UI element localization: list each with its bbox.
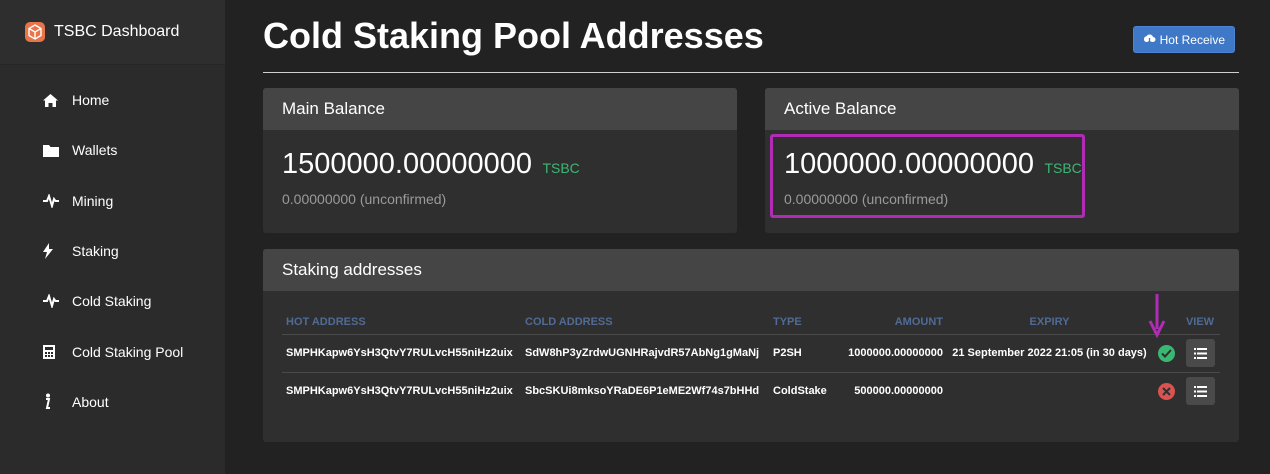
panel-heading: Active Balance (765, 88, 1239, 130)
sidebar-item-mining[interactable]: Mining (0, 176, 225, 226)
sidebar-item-about[interactable]: About (0, 377, 225, 427)
cloud-download-icon (1143, 34, 1156, 45)
column-header: VIEW (1180, 310, 1220, 335)
table-row: SMPHKapw6YsH3QtvY7RULvcH55niHz2uix SdW8h… (282, 334, 1220, 373)
panel-heading: Main Balance (263, 88, 737, 130)
home-icon (42, 91, 62, 109)
table-row: SMPHKapw6YsH3QtvY7RULvcH55niHz2uix SbcSK… (282, 372, 1220, 410)
staking-addresses-panel: Staking addresses HOT ADDRESS COLD ADDRE… (263, 249, 1239, 442)
activity-icon (42, 192, 62, 210)
sidebar-nav: Home Wallets Mining Staking Cold Staking (0, 65, 225, 427)
column-header: EXPIRY (947, 310, 1152, 335)
column-header: TYPE (769, 310, 839, 335)
cube-logo-icon (25, 22, 45, 42)
panel-heading: Staking addresses (263, 249, 1239, 291)
info-icon (42, 393, 62, 411)
balance-unit: TSBC (1044, 160, 1082, 176)
hot-address: SMPHKapw6YsH3QtvY7RULvcH55niHz2uix (286, 385, 513, 398)
column-header: COLD ADDRESS (521, 310, 769, 335)
sidebar-item-label: Mining (72, 192, 114, 209)
expiry (947, 372, 1152, 410)
sidebar-item-staking[interactable]: Staking (0, 226, 225, 276)
hot-receive-label: Hot Receive (1159, 32, 1225, 47)
status-cell (1152, 334, 1180, 373)
address-type: P2SH (769, 334, 839, 373)
sidebar-item-label: Wallets (72, 142, 118, 159)
table-header-row: HOT ADDRESS COLD ADDRESS TYPE AMOUNT EXP… (282, 310, 1220, 335)
calculator-icon (42, 343, 62, 361)
balance-value: 1500000.00000000 (282, 148, 532, 180)
folder-icon (42, 141, 62, 159)
expiry: 21 September 2022 21:05 (in 30 days) (947, 334, 1152, 373)
view-details-button[interactable] (1185, 377, 1215, 406)
view-details-button[interactable] (1185, 339, 1215, 367)
cold-address: SdW8hP3yZrdwUGNHRajvdR57AbNg1gMaNj (521, 334, 769, 373)
error-circle-icon (1157, 382, 1175, 400)
balance-body: 1500000.00000000 TSBC 0.00000000 (unconf… (263, 130, 737, 225)
sidebar-item-cold-staking[interactable]: Cold Staking (0, 276, 225, 326)
activity-icon (42, 292, 62, 310)
brand-name: TSBC Dashboard (54, 23, 180, 40)
sidebar-item-cold-staking-pool[interactable]: Cold Staking Pool (0, 326, 225, 376)
amount: 500000.00000000 (854, 385, 943, 398)
list-icon (1193, 385, 1207, 397)
balance-body: 1000000.00000000 TSBC 0.00000000 (unconf… (765, 130, 1239, 225)
page-title: Cold Staking Pool Addresses (263, 15, 764, 56)
status-cell (1152, 372, 1180, 410)
annotation-arrow-icon (1148, 294, 1166, 338)
cold-address: SbcSKUi8mksoYRaDE6P1eME2Wf74s7bHHd (525, 385, 760, 398)
sidebar-item-label: Cold Staking (72, 293, 152, 310)
sidebar-item-home[interactable]: Home (0, 75, 225, 125)
title-divider (263, 72, 1239, 73)
view-cell (1180, 334, 1220, 373)
balance-value: 1000000.00000000 (784, 148, 1034, 180)
column-header: HOT ADDRESS (282, 310, 521, 335)
address-type: ColdStake (773, 385, 827, 398)
balance-unconfirmed: 0.00000000 (unconfirmed) (784, 191, 949, 207)
view-cell (1180, 372, 1220, 410)
sidebar-item-label: Staking (72, 243, 119, 260)
staking-address-table: HOT ADDRESS COLD ADDRESS TYPE AMOUNT EXP… (282, 310, 1220, 410)
amount: 1000000.00000000 (839, 334, 947, 373)
sidebar-item-wallets[interactable]: Wallets (0, 125, 225, 175)
sidebar-item-label: Home (72, 92, 110, 109)
brand[interactable]: TSBC Dashboard (0, 0, 225, 65)
sidebar-item-label: Cold Staking Pool (72, 343, 184, 360)
balance-unit: TSBC (542, 160, 580, 176)
sidebar-item-label: About (72, 393, 109, 410)
hot-address: SMPHKapw6YsH3QtvY7RULvcH55niHz2uix (282, 334, 521, 373)
lightning-icon (42, 242, 62, 260)
check-circle-icon (1157, 344, 1175, 362)
list-icon (1193, 347, 1207, 359)
hot-receive-button[interactable]: Hot Receive (1132, 26, 1235, 53)
active-balance-panel: Active Balance 1000000.00000000 TSBC 0.0… (765, 88, 1239, 233)
main-balance-panel: Main Balance 1500000.00000000 TSBC 0.000… (263, 88, 737, 233)
column-header: AMOUNT (839, 310, 947, 335)
balance-unconfirmed: 0.00000000 (unconfirmed) (282, 191, 447, 207)
sidebar: TSBC Dashboard Home Wallets Mining Staki… (0, 0, 225, 474)
